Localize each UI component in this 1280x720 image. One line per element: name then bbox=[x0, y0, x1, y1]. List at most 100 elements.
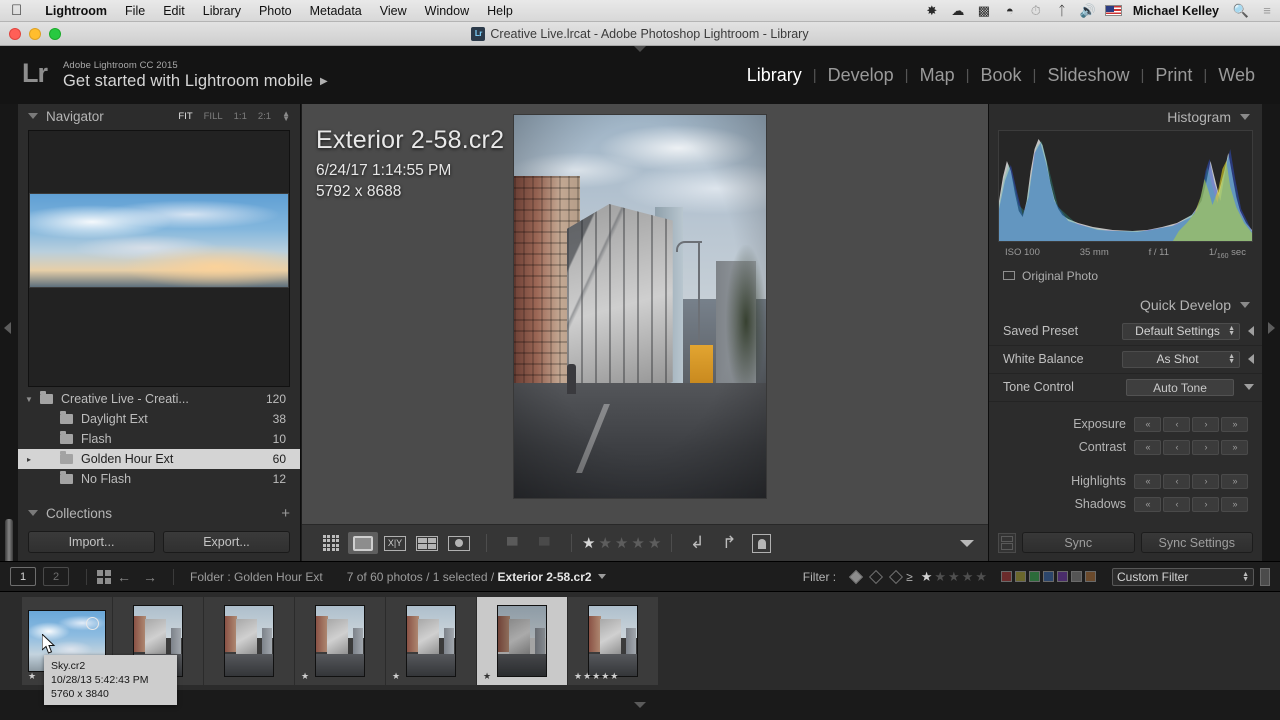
arrow-left-icon[interactable]: ← bbox=[117, 569, 131, 585]
import-button[interactable]: Import... bbox=[28, 531, 155, 553]
filter-star-5[interactable]: ★ bbox=[975, 569, 987, 585]
module-slideshow[interactable]: Slideshow bbox=[1036, 65, 1140, 86]
apple-icon[interactable]:  bbox=[11, 3, 22, 18]
star-5[interactable]: ★ bbox=[648, 534, 661, 552]
menu-file[interactable]: File bbox=[116, 4, 154, 18]
left-panel-collapse-arrow[interactable] bbox=[4, 322, 11, 334]
filter-rating-stars[interactable]: ★ ★ ★ ★ ★ bbox=[921, 569, 987, 585]
folder-row-no-flash[interactable]: No Flash 12 bbox=[18, 469, 300, 489]
filmstrip-thumb-7[interactable]: ★★★★★ bbox=[568, 597, 658, 685]
reject-flag-icon[interactable] bbox=[529, 532, 559, 554]
menu-view[interactable]: View bbox=[371, 4, 416, 18]
compare-view-icon[interactable]: X|Y bbox=[380, 532, 410, 554]
zoom-fill[interactable]: FILL bbox=[204, 111, 223, 122]
histogram-graph[interactable] bbox=[998, 130, 1253, 242]
left-panel-gutter[interactable] bbox=[0, 104, 18, 564]
grid-view-icon[interactable] bbox=[316, 532, 346, 554]
export-button[interactable]: Export... bbox=[163, 531, 290, 553]
creative-cloud-icon[interactable]: ☁ bbox=[945, 0, 971, 22]
collections-disclosure-icon[interactable] bbox=[28, 510, 38, 516]
zoom-fit[interactable]: FIT bbox=[178, 111, 192, 122]
filter-lock-button[interactable] bbox=[1260, 567, 1270, 586]
menu-photo[interactable]: Photo bbox=[250, 4, 301, 18]
white-balance-dropdown[interactable]: As Shot ▲ ▼ bbox=[1122, 350, 1240, 368]
notification-center-icon[interactable]: ≡ bbox=[1254, 0, 1280, 22]
grid-icon[interactable] bbox=[97, 569, 111, 584]
plus-icon[interactable]: + bbox=[281, 506, 290, 521]
highlights-increase-large[interactable]: » bbox=[1221, 473, 1248, 489]
thumb-badge-circle-icon[interactable] bbox=[86, 617, 99, 630]
module-book[interactable]: Book bbox=[970, 65, 1033, 86]
identity-text[interactable]: Adobe Lightroom CC 2015 Get started with… bbox=[63, 60, 328, 91]
zoom-2-1[interactable]: 2:1 bbox=[258, 111, 271, 122]
highlights-increase-small[interactable]: › bbox=[1192, 473, 1219, 489]
contrast-decrease-small[interactable]: ‹ bbox=[1163, 439, 1190, 455]
menu-metadata[interactable]: Metadata bbox=[301, 4, 371, 18]
menu-window[interactable]: Window bbox=[416, 4, 478, 18]
saved-preset-dropdown[interactable]: Default Settings ▲ ▼ bbox=[1122, 322, 1240, 340]
color-label-red[interactable] bbox=[1001, 571, 1012, 582]
shadows-decrease-small[interactable]: ‹ bbox=[1163, 496, 1190, 512]
search-icon[interactable]: 🔍 bbox=[1228, 0, 1254, 22]
original-photo-toggle[interactable]: Original Photo bbox=[989, 260, 1262, 283]
right-panel-collapse-arrow[interactable] bbox=[1268, 322, 1275, 334]
top-panel-toggle-caret[interactable] bbox=[634, 46, 646, 52]
right-panel-gutter[interactable] bbox=[1262, 104, 1280, 561]
exposure-decrease-small[interactable]: ‹ bbox=[1163, 416, 1190, 432]
filmstrip-source-label[interactable]: Folder : Golden Hour Ext bbox=[190, 570, 323, 584]
star-3[interactable]: ★ bbox=[615, 534, 628, 552]
white-balance-reset-icon[interactable] bbox=[1248, 354, 1254, 365]
quick-develop-disclosure-icon[interactable] bbox=[1240, 301, 1250, 308]
original-photo-checkbox-icon[interactable] bbox=[1003, 271, 1015, 281]
filmstrip-toggle-caret[interactable] bbox=[634, 702, 646, 708]
navigator-preview[interactable] bbox=[28, 130, 290, 387]
sync-settings-button[interactable]: Sync Settings bbox=[1140, 532, 1253, 553]
saved-preset-reset-icon[interactable] bbox=[1248, 326, 1254, 337]
custom-filter-dropdown[interactable]: Custom Filter ▲ ▼ bbox=[1112, 567, 1254, 586]
collections-header[interactable]: Collections + bbox=[18, 501, 300, 525]
flagged-filter-icon[interactable] bbox=[849, 569, 864, 584]
wifi-icon[interactable]: ◓ bbox=[997, 0, 1023, 22]
folder-twisty-icon[interactable]: ▸ bbox=[18, 455, 40, 464]
exposure-decrease-large[interactable]: « bbox=[1134, 416, 1161, 432]
folder-twisty-icon[interactable]: ▼ bbox=[18, 395, 40, 404]
filmstrip-thumb-3[interactable] bbox=[204, 597, 294, 685]
filmstrip-thumb-6-selected[interactable]: ★ bbox=[477, 597, 567, 685]
filmstrip-thumb-4[interactable]: ★ bbox=[295, 597, 385, 685]
arrow-right-icon[interactable]: → bbox=[143, 569, 157, 585]
color-label-green[interactable] bbox=[1029, 571, 1040, 582]
dropbox-icon[interactable]: ✸ bbox=[919, 0, 945, 22]
left-panel-scrollbar[interactable] bbox=[5, 519, 13, 564]
sync-mode-icon[interactable] bbox=[998, 532, 1016, 553]
exposure-increase-large[interactable]: » bbox=[1221, 416, 1248, 432]
filter-star-3[interactable]: ★ bbox=[948, 569, 960, 585]
people-view-icon[interactable] bbox=[444, 532, 474, 554]
flag-icon[interactable] bbox=[497, 532, 527, 554]
auto-tone-button[interactable]: Auto Tone bbox=[1126, 378, 1234, 396]
contrast-increase-large[interactable]: » bbox=[1221, 439, 1248, 455]
menu-user-name[interactable]: Michael Kelley bbox=[1127, 4, 1228, 18]
survey-view-icon[interactable] bbox=[412, 532, 442, 554]
folder-row-flash[interactable]: Flash 10 bbox=[18, 429, 300, 449]
folder-row-golden-hour-ext[interactable]: ▸ Golden Hour Ext 60 bbox=[18, 449, 300, 469]
filmstrip-chevron-down-icon[interactable] bbox=[597, 574, 606, 579]
histogram-header[interactable]: Histogram bbox=[989, 104, 1262, 130]
filter-star-1[interactable]: ★ bbox=[921, 569, 933, 585]
navigator-header[interactable]: Navigator FIT FILL 1:1 2:1 ▲ ▼ bbox=[18, 104, 300, 128]
menu-library[interactable]: Library bbox=[194, 4, 250, 18]
star-2[interactable]: ★ bbox=[598, 534, 611, 552]
navigator-disclosure-icon[interactable] bbox=[28, 113, 38, 119]
rotate-right-icon[interactable]: ↱ bbox=[714, 532, 744, 554]
zoom-1-1[interactable]: 1:1 bbox=[234, 111, 247, 122]
filter-star-4[interactable]: ★ bbox=[962, 569, 974, 585]
color-label-custom[interactable] bbox=[1085, 571, 1096, 582]
volume-icon[interactable]: 🔊 bbox=[1075, 0, 1101, 22]
shadows-increase-small[interactable]: › bbox=[1192, 496, 1219, 512]
filter-star-2[interactable]: ★ bbox=[934, 569, 946, 585]
contrast-increase-small[interactable]: › bbox=[1192, 439, 1219, 455]
crop-overlay-icon[interactable] bbox=[746, 532, 776, 554]
bluetooth-icon[interactable]: ᛏ bbox=[1049, 0, 1075, 22]
tone-control-disclosure-icon[interactable] bbox=[1244, 384, 1254, 391]
screen-1-button[interactable]: 1 bbox=[10, 567, 36, 586]
toolbar-chevron-down-icon[interactable] bbox=[960, 539, 974, 547]
